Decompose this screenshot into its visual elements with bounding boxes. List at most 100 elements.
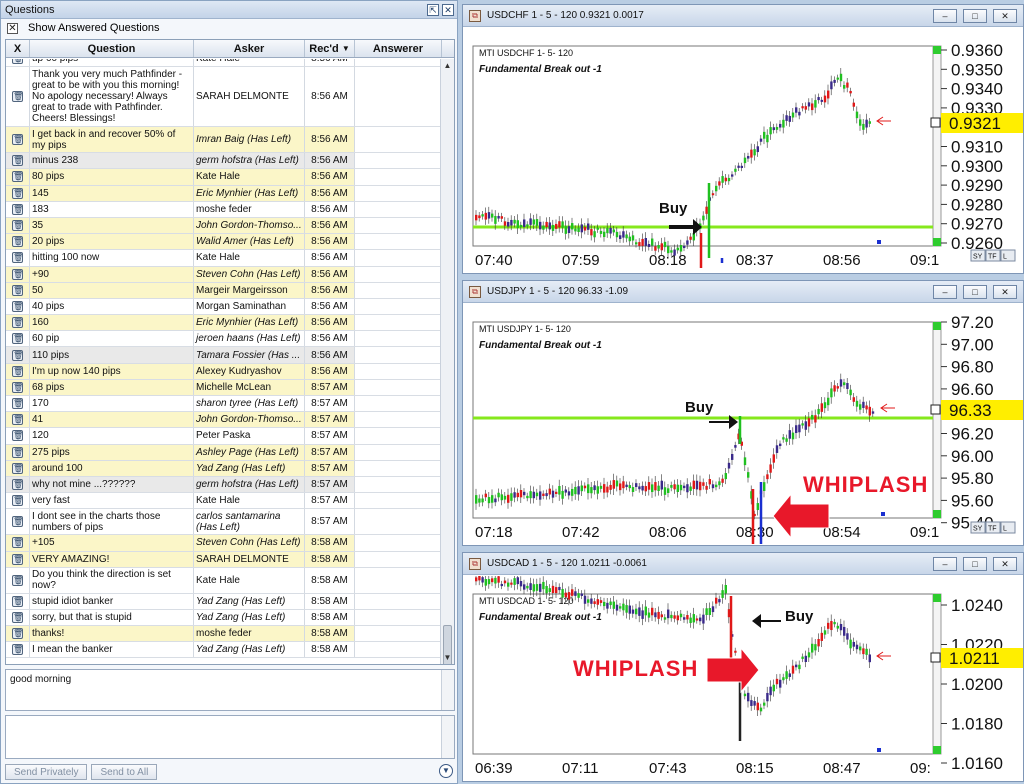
table-row[interactable]: 🗑 +105 Steven Cohn (Has Left) 8:58 AM — [6, 535, 440, 552]
close-button[interactable]: ✕ — [993, 556, 1017, 571]
table-row[interactable]: 🗑 why not mine ...?????? germ hofstra (Has… — [6, 476, 440, 494]
table-row[interactable]: 🗑 hitting 100 now Kate Hale 8:56 AM — [6, 250, 440, 267]
minimize-button[interactable]: – — [933, 8, 957, 23]
table-row[interactable]: 🗑 Do you think the direction is set now? K… — [6, 567, 440, 594]
send-to-all-button[interactable]: Send to All — [91, 764, 158, 780]
table-row[interactable]: 🗑 around 100 Yad Zang (Has Left) 8:57 AM — [6, 460, 440, 477]
price-chart[interactable]: MTI USDCHF 1- 5- 120 Fundamental Break ou… — [463, 28, 1023, 274]
trash-icon[interactable]: 🗑 — [12, 300, 23, 312]
trash-icon[interactable]: 🗑 — [12, 59, 23, 65]
trash-icon[interactable]: 🗑 — [12, 479, 23, 491]
table-row[interactable]: 🗑 68 pips Michelle McLean 8:57 AM — [6, 379, 440, 396]
trash-icon[interactable]: 🗑 — [12, 398, 23, 410]
table-row[interactable]: 🗑 120 Peter Paska 8:57 AM — [6, 428, 440, 445]
incoming-message-scrollbar[interactable] — [441, 670, 454, 710]
trash-icon[interactable]: 🗑 — [12, 462, 23, 474]
table-row[interactable]: 🗑 80 pips Kate Hale 8:56 AM — [6, 169, 440, 186]
trash-icon[interactable]: 🗑 — [12, 203, 23, 215]
maximize-button[interactable]: □ — [963, 284, 987, 299]
trash-icon[interactable]: 🗑 — [12, 91, 23, 103]
table-row[interactable]: 🗑 20 pips Walid Amer (Has Left) 8:56 AM — [6, 234, 440, 251]
column-header-received[interactable]: Rec'd ▼ — [305, 40, 355, 57]
table-row[interactable]: 🗑 Thank you very much Pathfinder - great … — [6, 67, 440, 128]
trash-icon[interactable]: 🗑 — [12, 537, 23, 549]
received-time: 8:56 AM — [311, 236, 348, 248]
column-header-question[interactable]: Question — [30, 40, 194, 57]
table-row[interactable]: 🗑 35 John Gordon-Thomso... 8:56 AM — [6, 217, 440, 235]
minimize-button[interactable]: – — [933, 556, 957, 571]
close-button[interactable]: ✕ — [993, 8, 1017, 23]
trash-icon[interactable]: 🗑 — [12, 414, 23, 426]
send-privately-button[interactable]: Send Privately — [5, 764, 88, 780]
table-row[interactable]: 🗑 183 moshe feder 8:56 AM — [6, 201, 440, 218]
column-header-delete[interactable]: X — [6, 40, 30, 57]
table-row[interactable]: 🗑 I'm up now 140 pips Alexey Kudryashov 8:5… — [6, 363, 440, 380]
trash-icon[interactable]: 🗑 — [12, 430, 23, 442]
table-row[interactable]: 🗑 60 pip jeroen haans (Has Left) 8:56 AM — [6, 331, 440, 348]
table-row[interactable]: 🗑 very fast Kate Hale 8:57 AM — [6, 493, 440, 510]
trash-icon[interactable]: 🗑 — [12, 495, 23, 507]
table-row[interactable]: 🗑 275 pips Ashley Page (Has Left) 8:57 AM — [6, 444, 440, 461]
trash-icon[interactable]: 🗑 — [12, 553, 23, 565]
price-scale-strip[interactable] — [932, 45, 942, 247]
trash-icon[interactable]: 🗑 — [12, 644, 23, 656]
table-row[interactable]: 🗑 thanks! moshe feder 8:58 AM — [6, 626, 440, 643]
table-row[interactable]: 🗑 I mean the banker Yad Zang (Has Left) 8:5… — [6, 642, 440, 659]
table-row[interactable]: 🗑 I dont see in the charts those numbers … — [6, 509, 440, 536]
maximize-button[interactable]: □ — [963, 8, 987, 23]
popout-icon[interactable]: ⇱ — [427, 3, 439, 16]
column-header-asker[interactable]: Asker — [194, 40, 305, 57]
minimize-button[interactable]: – — [933, 284, 957, 299]
compose-message-scrollbar[interactable] — [441, 716, 454, 758]
questions-scrollbar[interactable]: ▲ ▼ — [440, 59, 454, 664]
trash-icon[interactable]: 🗑 — [12, 171, 23, 183]
trash-icon[interactable]: 🗑 — [12, 134, 23, 146]
trash-icon[interactable]: 🗑 — [12, 595, 23, 607]
table-row[interactable]: 🗑 50 Margeir Margeirsson 8:56 AM — [6, 282, 440, 299]
scroll-up-icon[interactable]: ▲ — [441, 59, 454, 72]
close-button[interactable]: ✕ — [993, 284, 1017, 299]
trash-icon[interactable]: 🗑 — [12, 516, 23, 528]
table-row[interactable]: 🗑 +90 Steven Cohn (Has Left) 8:56 AM — [6, 266, 440, 283]
table-row[interactable]: 🗑 145 Eric Mynhier (Has Left) 8:56 AM — [6, 185, 440, 202]
trash-icon[interactable]: 🗑 — [12, 252, 23, 264]
table-row[interactable]: 🗑 110 pips Tamara Fossier (Has ... 8:56 AM — [6, 347, 440, 364]
price-scale-strip[interactable] — [932, 321, 942, 519]
trash-icon[interactable]: 🗑 — [12, 268, 23, 280]
trash-icon[interactable]: 🗑 — [12, 155, 23, 167]
maximize-button[interactable]: □ — [963, 556, 987, 571]
table-row[interactable]: 🗑 40 pips Morgan Saminathan 8:56 AM — [6, 298, 440, 316]
show-answered-checkbox[interactable]: ✕ — [7, 22, 18, 34]
price-chart[interactable]: MTI USDCAD 1- 5- 120 Fundamental Break ou… — [463, 576, 1023, 782]
scroll-down-icon[interactable]: ▼ — [441, 651, 454, 664]
trash-icon[interactable]: 🗑 — [12, 381, 23, 393]
close-icon[interactable]: ✕ — [442, 3, 454, 16]
trash-icon[interactable]: 🗑 — [12, 611, 23, 623]
price-chart[interactable]: MTI USDJPY 1- 5- 120 Fundamental Break ou… — [463, 304, 1023, 546]
table-row[interactable]: 🗑 stupid idiot banker Yad Zang (Has Left) 8… — [6, 593, 440, 610]
table-row[interactable]: 🗑 sorry, but that is stupid Yad Zang (Has … — [6, 609, 440, 627]
expand-down-icon[interactable]: ▼ — [439, 764, 453, 778]
trash-icon[interactable]: 🗑 — [12, 284, 23, 296]
table-row[interactable]: 🗑 160 Eric Mynhier (Has Left) 8:56 AM — [6, 315, 440, 332]
trash-icon[interactable]: 🗑 — [12, 236, 23, 248]
table-row[interactable]: 🗑 41 John Gordon-Thomso... 8:57 AM — [6, 412, 440, 429]
table-row[interactable]: 🗑 I get back in and recover 50% of my pip… — [6, 127, 440, 154]
trash-icon[interactable]: 🗑 — [12, 446, 23, 458]
trash-icon[interactable]: 🗑 — [12, 317, 23, 329]
trash-icon[interactable]: 🗑 — [12, 365, 23, 377]
table-row[interactable]: 🗑 up 60 pips Kate Hale 8:56 AM — [6, 59, 440, 68]
trash-icon[interactable]: 🗑 — [12, 628, 23, 640]
price-scale-strip[interactable] — [932, 593, 942, 755]
table-row[interactable]: 🗑 minus 238 germ hofstra (Has Left) 8:56 AM — [6, 153, 440, 170]
trash-icon[interactable]: 🗑 — [12, 574, 23, 586]
compose-message-input[interactable] — [5, 715, 455, 759]
table-row[interactable]: 🗑 170 sharon tyree (Has Left) 8:57 AM — [6, 396, 440, 413]
trash-icon[interactable]: 🗑 — [12, 220, 23, 232]
trash-icon[interactable]: 🗑 — [12, 349, 23, 361]
candle — [743, 693, 747, 697]
column-header-answerer[interactable]: Answerer — [355, 40, 442, 57]
table-row[interactable]: 🗑 VERY AMAZING! SARAH DELMONTE 8:58 AM — [6, 551, 440, 568]
trash-icon[interactable]: 🗑 — [12, 333, 23, 345]
trash-icon[interactable]: 🗑 — [12, 187, 23, 199]
